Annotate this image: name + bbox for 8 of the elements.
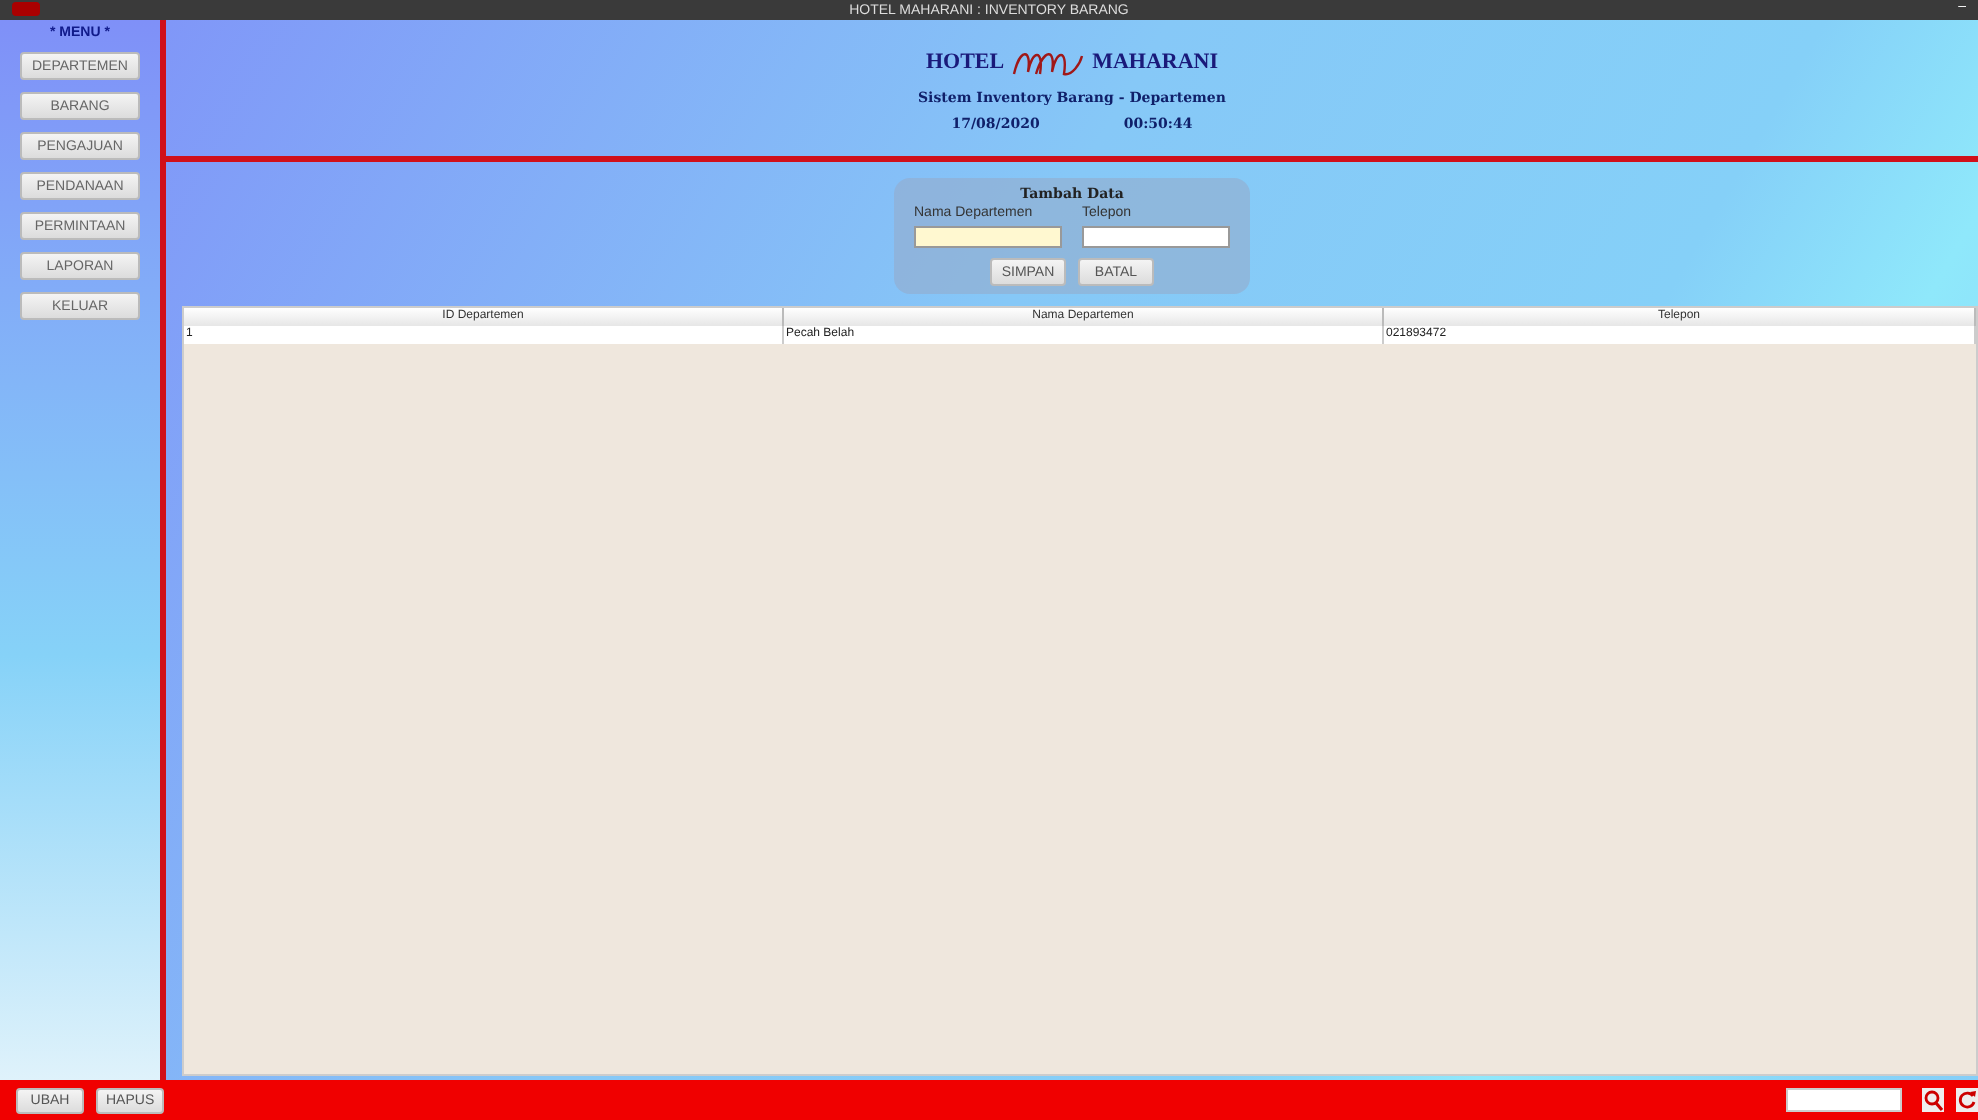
input-field[interactable]	[914, 226, 1062, 248]
search-field[interactable]	[1786, 1088, 1902, 1112]
logo-text: HOTEL	[925, 50, 1005, 74]
logo-text: MAHARANI	[1092, 50, 1219, 74]
refresh-icon[interactable]	[1956, 1088, 1978, 1112]
app-logo-icon	[12, 2, 40, 16]
input-field[interactable]	[1082, 226, 1230, 248]
search-icon[interactable]	[1922, 1088, 1944, 1112]
